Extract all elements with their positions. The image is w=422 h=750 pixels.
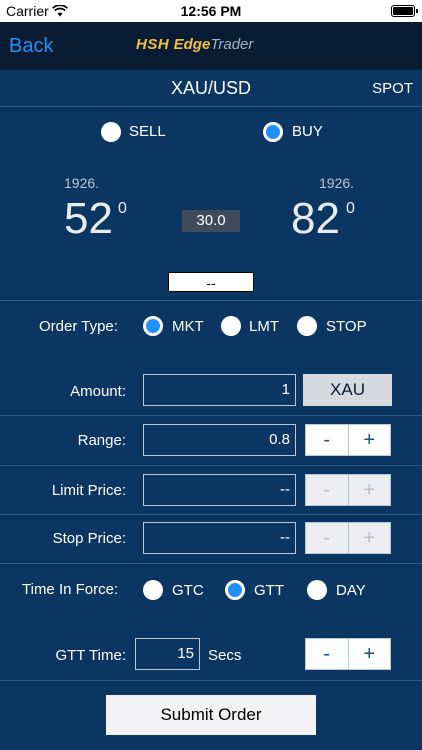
sell-label: SELL	[129, 123, 166, 140]
order-type-stop-radio[interactable]	[297, 316, 317, 336]
stop-price-increment-button[interactable]: +	[349, 523, 391, 553]
order-type-mkt-label: MKT	[172, 318, 204, 335]
buy-price-pip: 0	[346, 200, 355, 217]
gtt-time-stepper: - +	[305, 638, 391, 670]
limit-price-increment-button[interactable]: +	[349, 475, 391, 505]
tif-gtt-label: GTT	[254, 582, 284, 599]
price-indicator: --	[168, 272, 254, 292]
tif-gtc-label: GTC	[172, 582, 204, 599]
gtt-time-decrement-button[interactable]: -	[306, 639, 349, 669]
buy-price-main: 82	[291, 194, 340, 243]
buy-radio[interactable]	[263, 122, 283, 142]
divider	[0, 563, 422, 564]
sell-price-big-figure: 1926.	[64, 175, 100, 191]
stop-price-input[interactable]: --	[143, 522, 296, 554]
amount-unit-button[interactable]: XAU	[303, 374, 392, 406]
gtt-time-increment-button[interactable]: +	[349, 639, 391, 669]
divider	[0, 415, 422, 416]
buy-label: BUY	[292, 123, 323, 140]
tif-gtt-radio[interactable]	[225, 580, 245, 600]
instrument-header: XAU/USD SPOT	[0, 70, 422, 106]
range-decrement-button[interactable]: -	[306, 425, 349, 455]
tif-gtc-radio[interactable]	[143, 580, 163, 600]
amount-label: Amount:	[70, 383, 126, 400]
sell-price-pip: 0	[118, 200, 127, 217]
tif-day-radio[interactable]	[307, 580, 327, 600]
order-type-lmt-label: LMT	[249, 318, 279, 335]
divider	[0, 300, 422, 301]
limit-price-decrement-button[interactable]: -	[306, 475, 349, 505]
limit-price-label: Limit Price:	[51, 482, 126, 499]
range-increment-button[interactable]: +	[349, 425, 391, 455]
sell-price-main: 52	[64, 194, 113, 243]
limit-price-stepper: - +	[305, 474, 391, 506]
amount-input[interactable]: 1	[143, 374, 296, 406]
stop-price-decrement-button[interactable]: -	[306, 523, 349, 553]
stop-price-label: Stop Price:	[52, 530, 126, 547]
tif-day-label: DAY	[336, 582, 366, 599]
stop-price-stepper: - +	[305, 522, 391, 554]
order-type-mkt-radio[interactable]	[143, 316, 163, 336]
instrument-symbol: XAU/USD	[170, 78, 251, 98]
app-logo: HSH EdgeTrader	[136, 36, 254, 53]
range-label: Range:	[77, 432, 126, 449]
divider	[0, 680, 422, 681]
time-in-force-label: Time In Force:	[22, 581, 119, 598]
market-label: SPOT	[372, 80, 413, 97]
spread-badge: 30.0	[182, 210, 240, 232]
divider	[0, 106, 422, 107]
divider	[0, 465, 422, 466]
buy-price-big-figure: 1926.	[319, 175, 355, 191]
gtt-time-unit: Secs	[208, 647, 242, 664]
submit-order-button[interactable]: Submit Order	[106, 695, 316, 735]
range-stepper: - +	[305, 424, 391, 456]
battery-icon	[391, 5, 418, 17]
navigation-bar: Back HSH EdgeTrader	[0, 22, 422, 70]
order-type-lmt-radio[interactable]	[221, 316, 241, 336]
order-type-label: Order Type:	[39, 318, 118, 335]
limit-price-input[interactable]: --	[143, 474, 296, 506]
gtt-time-label: GTT Time:	[55, 647, 126, 664]
divider	[0, 514, 422, 515]
back-button[interactable]: Back	[9, 35, 53, 58]
status-bar: Carrier 12:56 PM	[0, 0, 422, 22]
range-input[interactable]: 0.8	[143, 424, 296, 456]
sell-radio[interactable]	[101, 122, 121, 142]
clock-time: 12:56 PM	[180, 3, 242, 19]
order-type-stop-label: STOP	[326, 318, 367, 335]
gtt-time-input[interactable]: 15	[135, 638, 200, 670]
